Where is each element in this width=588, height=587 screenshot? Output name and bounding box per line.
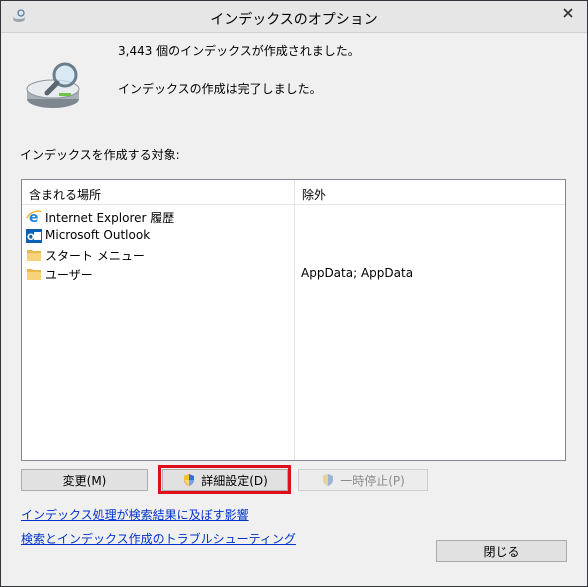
list-item[interactable]: ユーザー AppData; AppData [22,264,565,283]
indexing-options-window: インデックスのオプション 3,443 個のインデックスが作成されました。 インデ… [0,0,588,587]
folder-icon [27,269,41,280]
location-name: スタート メニュー [45,249,145,263]
location-name: Internet Explorer 履歴 [45,211,175,225]
pause-button-label: 一時停止(P) [340,473,405,488]
advanced-button-highlight [158,465,291,494]
search-results-help-link[interactable]: インデックス処理が検索結果に及ぼす影響 [21,506,249,523]
list-item[interactable]: e Internet Explorer 履歴 [22,207,565,226]
modify-button[interactable]: 変更(M) [21,469,148,491]
indexed-locations-list[interactable]: 含まれる場所 除外 e Internet Explorer 履歴 O Micro… [21,179,566,461]
window-title: インデックスのオプション [210,12,378,28]
close-icon [563,8,573,18]
internet-explorer-icon: e [26,210,42,225]
list-item[interactable]: スタート メニュー [22,245,565,264]
close-button-label: 閉じる [483,544,520,559]
outlook-icon: O [26,229,42,243]
hard-drive-search-icon [26,62,80,108]
svg-text:O: O [27,233,35,243]
uac-shield-icon [323,474,334,486]
close-button[interactable] [557,4,579,22]
close-dialog-button[interactable]: 閉じる [436,540,567,562]
column-header-included[interactable]: 含まれる場所 [29,186,101,203]
location-name: Microsoft Outlook [45,228,151,242]
title-bar: インデックスのオプション [1,1,587,33]
locations-label: インデックスを作成する対象: [20,148,180,162]
index-status-text: インデックスの作成は完了しました。 [118,82,322,96]
pause-button[interactable]: 一時停止(P) [298,469,428,491]
index-count-text: 3,443 個のインデックスが作成されました。 [118,44,360,58]
location-exclude: AppData; AppData [301,266,414,280]
troubleshoot-link[interactable]: 検索とインデックス作成のトラブルシューティング [21,530,296,547]
list-item[interactable]: O Microsoft Outlook [22,226,565,245]
folder-icon [27,250,41,261]
column-header-exclude[interactable]: 除外 [302,186,326,203]
location-name: ユーザー [45,268,93,282]
modify-button-label: 変更(M) [62,473,107,488]
